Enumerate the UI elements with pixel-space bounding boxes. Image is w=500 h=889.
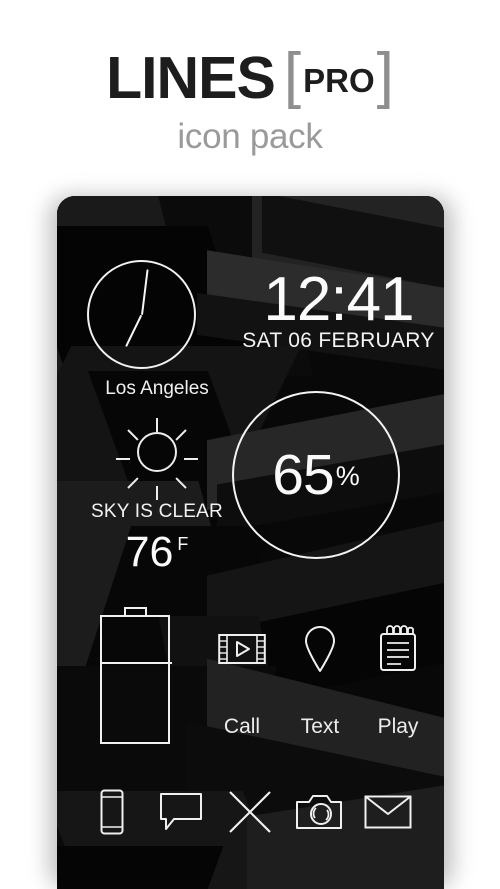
sun-icon [115, 410, 199, 500]
film-play-icon [203, 620, 281, 678]
bracket-right: ] [376, 40, 394, 110]
dock-item-phone[interactable] [79, 782, 145, 842]
app-shortcut-call[interactable]: Call [203, 620, 281, 745]
app-shortcut-text[interactable]: Text [281, 620, 359, 745]
camera-icon [295, 792, 343, 832]
sun-ray [184, 458, 198, 460]
percent-symbol: % [335, 460, 360, 491]
phone-icon [100, 789, 124, 835]
header: LINES [ PRO ] icon pack [0, 0, 500, 186]
sun-ray [127, 477, 139, 489]
sun-ray [175, 477, 187, 489]
app-icon-row: Call Text Play [203, 620, 437, 745]
title-main-text: LINES [106, 44, 276, 111]
temperature-value: 76 [125, 528, 174, 576]
dock-item-mail[interactable] [355, 782, 421, 842]
battery-ring-widget[interactable]: 65 % [232, 391, 400, 559]
sun-ray [156, 418, 158, 432]
date-text: SAT 06 FEBRUARY [242, 329, 435, 353]
speech-bubble-icon [158, 791, 204, 833]
app-label: Text [300, 715, 340, 738]
page-title: LINES [ PRO ] [0, 44, 500, 112]
battery-body [100, 615, 172, 744]
phone-mockup: Los Angeles 12:41 SAT 06 FEBRUARY SKY IS… [57, 196, 444, 889]
battery-level-divider [102, 662, 172, 664]
battery-percent-value: 65 [272, 442, 334, 507]
title-pro-text: PRO [303, 62, 375, 99]
city-label: Los Angeles [105, 378, 209, 399]
dock-item-camera[interactable] [286, 782, 352, 842]
dock-item-messages[interactable] [148, 782, 214, 842]
pro-badge: [ PRO ] [284, 44, 394, 112]
sun-ray [156, 486, 158, 500]
sun-ray [127, 429, 139, 441]
map-pin-icon [281, 620, 359, 678]
screen-content: Los Angeles 12:41 SAT 06 FEBRUARY SKY IS… [57, 196, 444, 889]
analog-clock-icon[interactable] [87, 260, 196, 369]
app-shortcut-play[interactable]: Play [359, 620, 437, 745]
weather-widget[interactable]: SKY IS CLEAR 76 F [57, 410, 257, 574]
clock-minute-hand [140, 268, 149, 315]
sun-core [137, 432, 177, 472]
battery-percent-group: 65 % [232, 391, 400, 559]
close-x-icon [227, 789, 273, 835]
clock-hour-hand [125, 313, 143, 347]
dock-item-apps-close[interactable] [217, 782, 283, 842]
app-label: Call [223, 715, 261, 738]
notepad-icon [359, 620, 437, 678]
sun-ray [175, 429, 187, 441]
battery-icon[interactable] [100, 607, 172, 744]
app-preview-page: LINES [ PRO ] icon pack Los Angeles 12:4… [0, 0, 500, 889]
time-text: 12:41 [263, 265, 414, 334]
page-subtitle: icon pack [177, 117, 323, 156]
digital-clock-widget[interactable]: 12:41 SAT 06 FEBRUARY [241, 268, 436, 353]
sun-ray [116, 458, 130, 460]
dock [79, 782, 425, 842]
temperature-unit: F [177, 534, 189, 554]
temperature-row: 76 F [57, 531, 257, 574]
weather-condition: SKY IS CLEAR [91, 501, 223, 522]
app-label: Play [377, 715, 419, 738]
envelope-icon [364, 795, 412, 829]
bracket-left: [ [283, 40, 302, 110]
